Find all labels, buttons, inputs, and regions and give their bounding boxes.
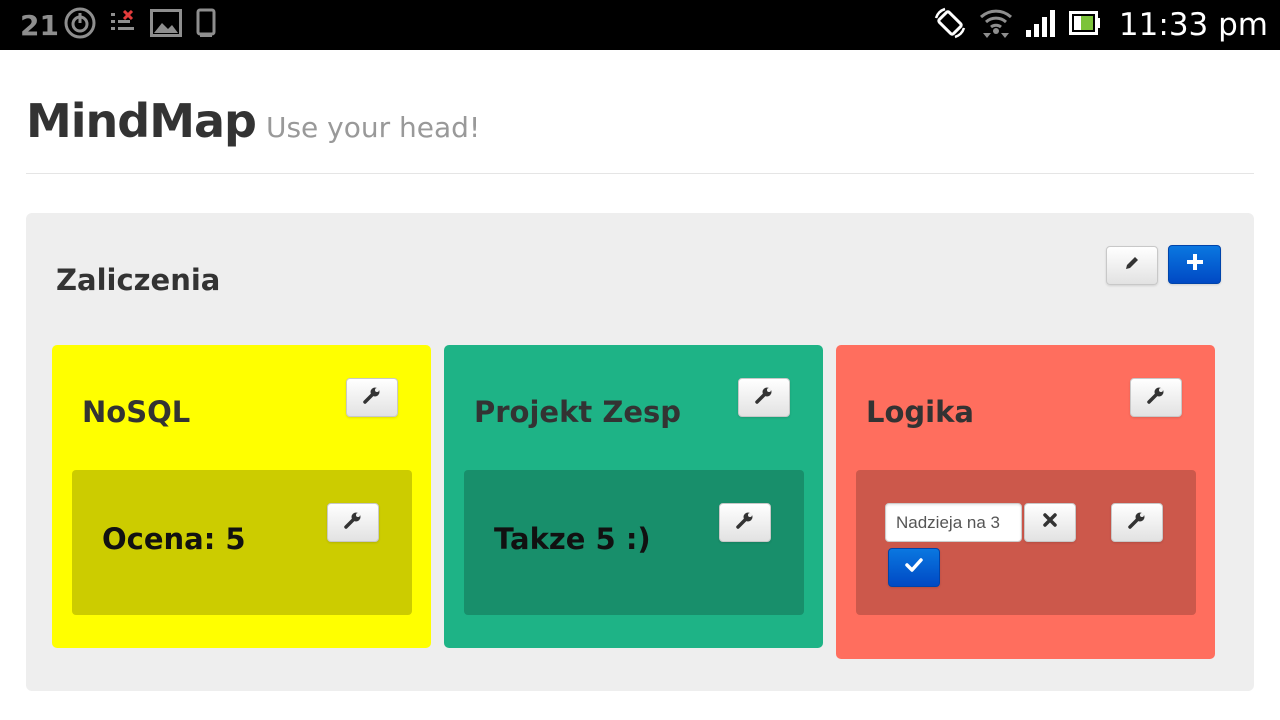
- check-icon: [905, 558, 923, 577]
- edit-map-button[interactable]: [1106, 246, 1158, 285]
- status-bar: 21 11:33 pm: [0, 0, 1280, 50]
- confirm-edit-button[interactable]: [888, 548, 940, 587]
- clock: 11:33 pm: [1118, 7, 1268, 43]
- power-icon: [64, 7, 96, 44]
- battery-icon: [1068, 10, 1101, 40]
- page-header: MindMap Use your head!: [26, 94, 1254, 174]
- debug-icon: [110, 9, 136, 41]
- wrench-icon: [755, 386, 773, 409]
- node-settings-button[interactable]: [346, 378, 398, 417]
- add-node-button[interactable]: [1168, 245, 1221, 284]
- child-node-text: Takze 5 :): [494, 522, 651, 556]
- notification-count: 21: [20, 8, 59, 42]
- plus-icon: [1186, 253, 1204, 276]
- signal-icon: [1025, 8, 1057, 43]
- child-settings-button[interactable]: [1111, 503, 1163, 542]
- wifi-icon: [979, 7, 1013, 44]
- child-node: Takze 5 :): [464, 470, 804, 615]
- child-node-edit-input[interactable]: [885, 503, 1022, 542]
- page-title: MindMap Use your head!: [26, 94, 1254, 148]
- brand-name: MindMap: [26, 94, 257, 148]
- child-node: Ocena: 5: [72, 470, 412, 615]
- tagline: Use your head!: [265, 111, 481, 144]
- status-bar-left: 21: [20, 0, 216, 50]
- node-settings-button[interactable]: [1130, 378, 1182, 417]
- node-title: Projekt Zesp: [474, 395, 682, 429]
- close-icon: [1043, 513, 1057, 532]
- child-settings-button[interactable]: [327, 503, 379, 542]
- child-node-editing: [856, 470, 1196, 615]
- gallery-icon: [150, 8, 182, 42]
- wrench-icon: [736, 511, 754, 534]
- node-card-projekt-zesp: Projekt Zesp Takze 5 :): [444, 345, 823, 648]
- wrench-icon: [344, 511, 362, 534]
- status-bar-right: 11:33 pm: [933, 0, 1268, 50]
- node-card-logika: Logika: [836, 345, 1215, 659]
- child-node-text: Ocena: 5: [102, 522, 246, 556]
- node-title: Logika: [866, 395, 974, 429]
- cancel-edit-button[interactable]: [1024, 503, 1076, 542]
- wrench-icon: [1147, 386, 1165, 409]
- node-card-nosql: NoSQL Ocena: 5: [52, 345, 431, 648]
- rotate-icon: [933, 6, 967, 45]
- mindmap-panel: Zaliczenia NoSQL Ocena: 5 Projekt Zesp T…: [26, 213, 1254, 691]
- node-title: NoSQL: [82, 395, 191, 429]
- device-icon: [196, 8, 216, 43]
- wrench-icon: [1128, 511, 1146, 534]
- pencil-icon: [1124, 255, 1140, 276]
- node-settings-button[interactable]: [738, 378, 790, 417]
- wrench-icon: [363, 386, 381, 409]
- child-settings-button[interactable]: [719, 503, 771, 542]
- map-title: Zaliczenia: [56, 263, 221, 297]
